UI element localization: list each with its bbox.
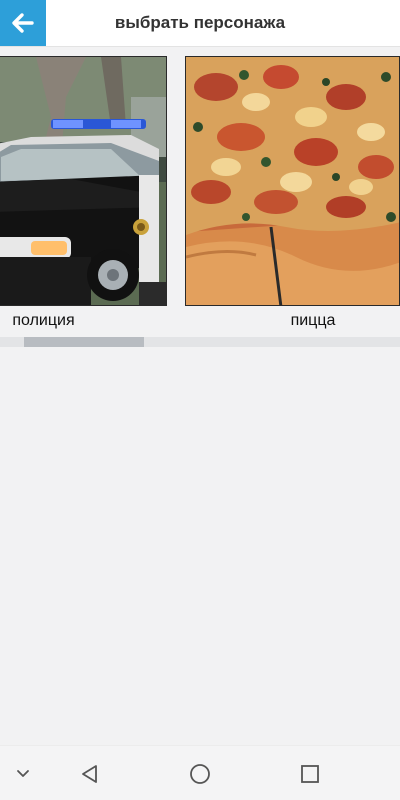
scrollbar-thumb[interactable] bbox=[24, 337, 144, 347]
horizontal-scrollbar[interactable] bbox=[0, 337, 400, 347]
character-card-police[interactable] bbox=[0, 56, 167, 306]
character-card-pizza[interactable] bbox=[185, 56, 400, 306]
character-carousel[interactable]: полиция пицца bbox=[0, 56, 400, 336]
back-triangle-icon bbox=[82, 764, 97, 783]
character-label-pizza: пицца bbox=[290, 312, 336, 329]
nav-back-button[interactable] bbox=[70, 746, 110, 800]
nav-recents-button[interactable] bbox=[290, 746, 330, 800]
nav-home-button[interactable] bbox=[180, 746, 220, 800]
recents-square-icon bbox=[301, 764, 319, 783]
character-label-police: полиция bbox=[12, 312, 75, 329]
system-navigation-bar bbox=[0, 745, 400, 800]
police-car-image bbox=[0, 57, 166, 305]
home-circle-icon bbox=[190, 763, 210, 784]
back-button[interactable] bbox=[0, 0, 46, 46]
chevron-down-icon bbox=[17, 769, 29, 777]
pizza-image bbox=[186, 57, 399, 305]
app-header: выбрать персонажа bbox=[0, 0, 400, 47]
arrow-left-icon bbox=[12, 13, 34, 33]
app-screen: выбрать персонажа полиция пицца bbox=[0, 0, 400, 800]
page-title: выбрать персонажа bbox=[114, 13, 286, 32]
nav-expand-button[interactable] bbox=[8, 746, 38, 800]
